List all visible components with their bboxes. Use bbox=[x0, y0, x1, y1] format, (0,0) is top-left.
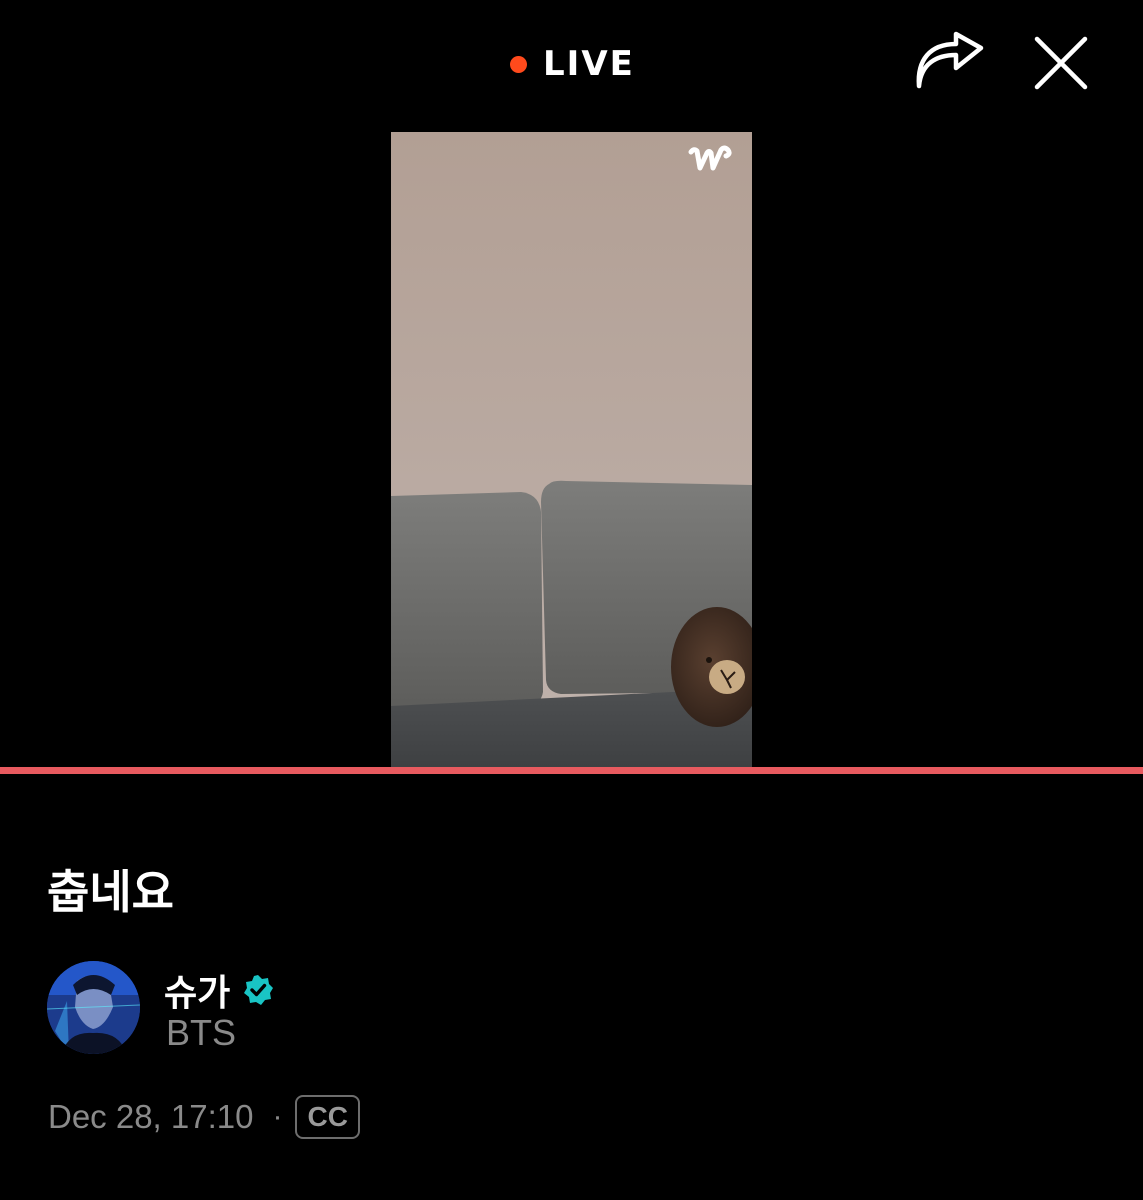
live-dot bbox=[510, 55, 527, 73]
top-bar: LIVE bbox=[0, 0, 1143, 130]
live-progress-bar bbox=[0, 767, 1143, 774]
artist-name[interactable]: 슈가 bbox=[164, 964, 274, 1016]
share-icon bbox=[916, 31, 984, 89]
close-icon bbox=[1034, 36, 1088, 90]
meta-separator: · bbox=[272, 1100, 283, 1133]
live-label: LIVE bbox=[543, 44, 635, 84]
artist-group: BTS bbox=[166, 1012, 237, 1053]
live-indicator: LIVE bbox=[510, 44, 635, 84]
artist-name-text: 슈가 bbox=[164, 973, 231, 1014]
video-player[interactable] bbox=[391, 132, 752, 768]
post-date: Dec 28, 17:10 bbox=[48, 1098, 254, 1135]
cc-button[interactable]: CC bbox=[295, 1095, 360, 1139]
artist-avatar[interactable] bbox=[47, 961, 140, 1054]
post-meta: Dec 28, 17:10 · CC bbox=[48, 1094, 360, 1140]
share-button[interactable] bbox=[912, 30, 988, 94]
verified-badge-icon bbox=[244, 975, 274, 1005]
post-title: 춥네요 bbox=[47, 865, 174, 919]
video-frame bbox=[391, 132, 752, 768]
weverse-w-logo bbox=[688, 142, 734, 178]
close-button[interactable] bbox=[1030, 32, 1092, 94]
